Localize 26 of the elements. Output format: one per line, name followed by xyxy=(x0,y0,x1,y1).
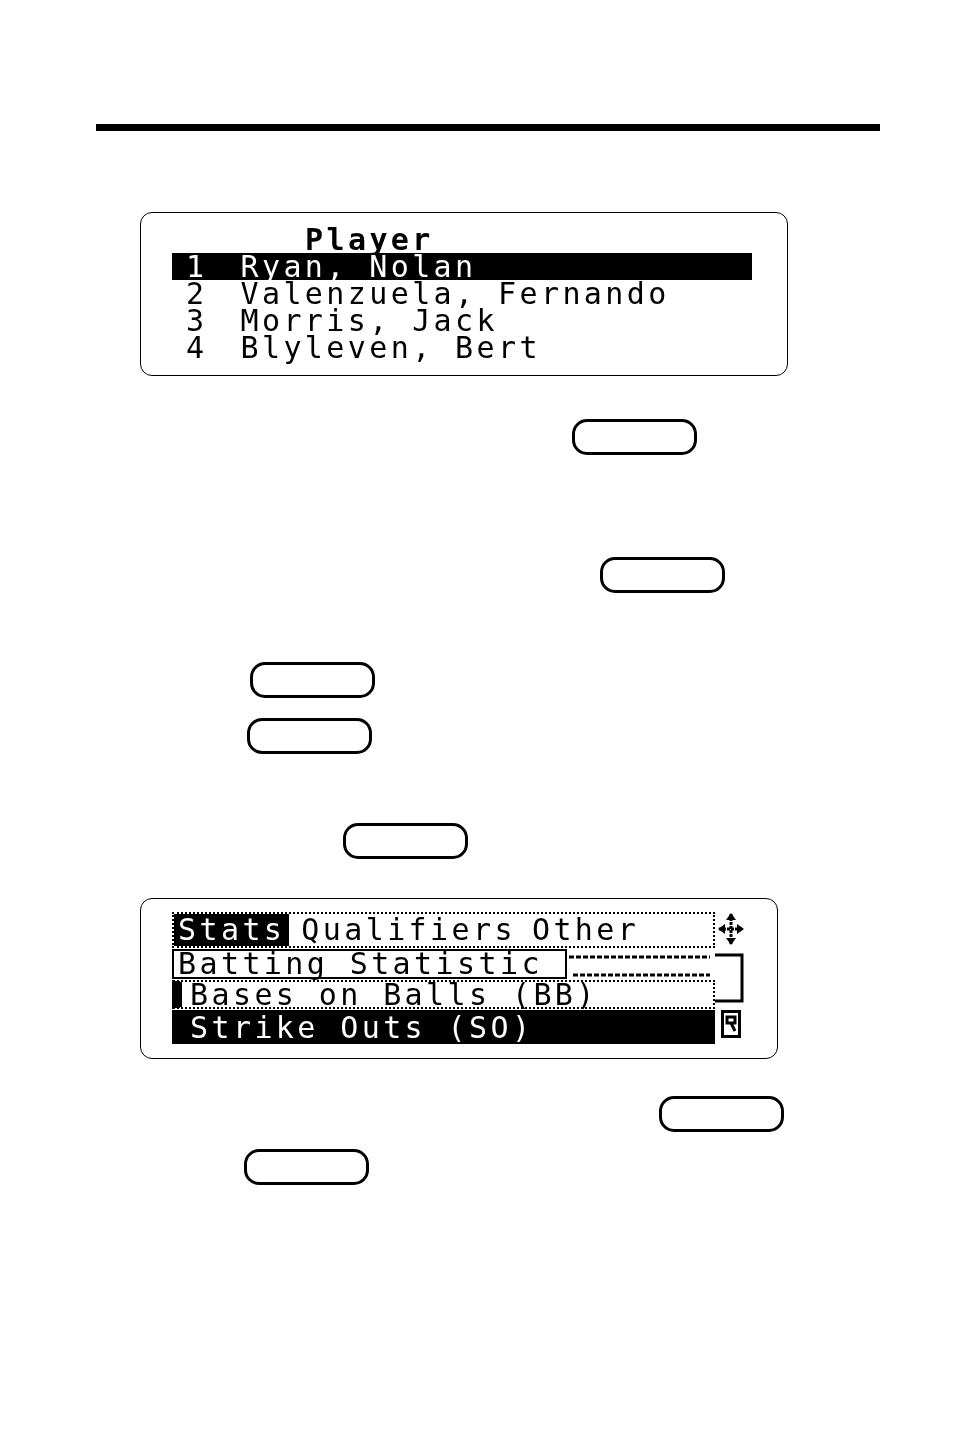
key-icon xyxy=(244,1149,369,1185)
key-icon xyxy=(659,1096,784,1132)
statistic-item[interactable]: Strike Outs (SO) xyxy=(172,1010,715,1044)
key-icon xyxy=(343,823,468,859)
menu-tab[interactable]: Stats xyxy=(174,914,290,946)
player-number: 1 xyxy=(186,253,208,280)
player-number: 4 xyxy=(186,334,208,361)
player-number: 2 xyxy=(186,280,208,307)
player-name: Valenzuela, Fernando xyxy=(240,280,670,307)
player-name: Morris, Jack xyxy=(240,307,498,334)
key-icon xyxy=(572,419,697,455)
menu-tab[interactable]: Qualifiers xyxy=(297,914,520,946)
category-dropdown[interactable]: Batting Statistic xyxy=(172,949,567,979)
key-icon xyxy=(247,718,372,754)
player-row[interactable]: 2 Valenzuela, Fernando xyxy=(172,280,752,307)
four-way-arrow-icon[interactable] xyxy=(716,912,745,946)
player-row[interactable]: 3 Morris, Jack xyxy=(172,307,752,334)
indicator-icon xyxy=(720,1010,741,1038)
player-number: 3 xyxy=(186,307,208,334)
key-icon xyxy=(600,557,725,593)
player-row[interactable]: 1 Ryan, Nolan xyxy=(172,253,752,280)
player-name: Ryan, Nolan xyxy=(240,253,477,280)
screen-title: Player xyxy=(305,226,434,253)
key-icon xyxy=(250,662,375,698)
menu-tab[interactable]: Other xyxy=(527,914,644,946)
statistic-item[interactable]: Bases on Balls (BB) xyxy=(172,980,715,1009)
